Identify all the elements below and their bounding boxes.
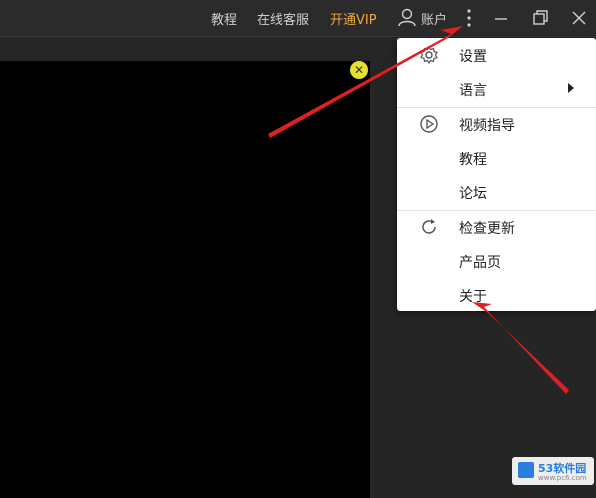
watermark-subtext: www.pc6.com xyxy=(538,474,587,482)
logo-icon xyxy=(518,462,534,478)
watermark-logo: 53软件园 www.pc6.com xyxy=(512,457,594,485)
annotation-arrow-bottom xyxy=(472,302,569,394)
annotation-arrows xyxy=(268,26,569,394)
annotation-arrow-top xyxy=(268,26,463,138)
